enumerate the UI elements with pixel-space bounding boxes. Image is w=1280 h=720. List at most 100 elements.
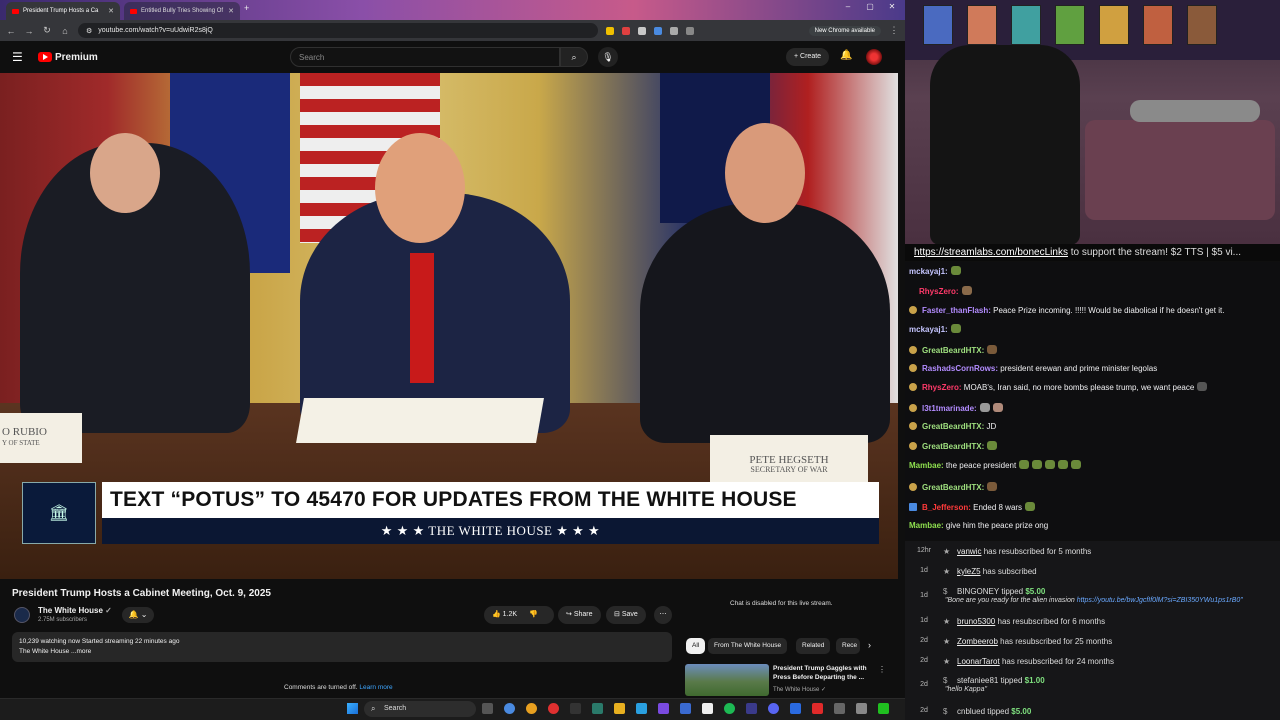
- share-button[interactable]: ↪ Share: [558, 606, 601, 624]
- chrome-update-badge[interactable]: New Chrome available: [808, 25, 881, 36]
- app-icon[interactable]: [658, 703, 669, 714]
- chat-username[interactable]: GreatBeardHTX:: [922, 483, 984, 492]
- event-username[interactable]: Zombeerob: [957, 637, 998, 646]
- extension-icon[interactable]: [622, 26, 630, 35]
- save-button[interactable]: ⊟ Save: [606, 606, 646, 624]
- description-more[interactable]: The White House ...more: [19, 647, 665, 657]
- new-tab-icon[interactable]: +: [244, 3, 249, 13]
- site-info-icon[interactable]: ⚙: [86, 27, 92, 35]
- search-icon[interactable]: ⌕: [560, 47, 588, 67]
- home-icon[interactable]: ⌂: [60, 26, 70, 36]
- chevron-right-icon[interactable]: ›: [868, 640, 871, 650]
- description-box[interactable]: 10,239 watching now Started streaming 22…: [12, 632, 672, 662]
- youtube-logo[interactable]: Premium: [38, 52, 98, 63]
- spotify-icon[interactable]: [724, 703, 735, 714]
- more-actions-button[interactable]: ⋯: [654, 606, 672, 624]
- tab-close-icon[interactable]: ✕: [108, 7, 114, 15]
- chat-username[interactable]: mckayaj1:: [909, 325, 948, 334]
- extension-icon[interactable]: [606, 26, 614, 35]
- task-view-icon[interactable]: [482, 703, 493, 714]
- recommendation-thumbnail[interactable]: [685, 664, 769, 696]
- app-icon[interactable]: [680, 703, 691, 714]
- app-icon[interactable]: [768, 703, 779, 714]
- file-explorer-icon[interactable]: [614, 703, 625, 714]
- app-icon[interactable]: [856, 703, 867, 714]
- edge-icon[interactable]: [504, 703, 515, 714]
- taskbar-search[interactable]: ⌕ Search: [364, 701, 476, 717]
- chat-username[interactable]: GreatBeardHTX:: [922, 442, 984, 451]
- search-input[interactable]: Search: [290, 47, 560, 67]
- channel-name[interactable]: The White House ✓: [38, 606, 112, 615]
- app-icon[interactable]: [878, 703, 889, 714]
- chip-related[interactable]: Related: [796, 638, 831, 654]
- event-username[interactable]: bruno5300: [957, 617, 995, 626]
- chat-username[interactable]: mckayaj1:: [909, 267, 948, 276]
- learn-more-link[interactable]: Learn more: [359, 684, 392, 691]
- event-username[interactable]: cnblued: [957, 707, 985, 716]
- event-username[interactable]: LoonarTarot: [957, 657, 1000, 666]
- recommendation-title[interactable]: President Trump Gaggles with Press Befor…: [773, 664, 873, 682]
- chat-username[interactable]: Mambae:: [909, 521, 944, 530]
- chip-recent[interactable]: Rece: [836, 638, 860, 654]
- microphone-icon[interactable]: 🎙: [598, 47, 618, 67]
- chip-all[interactable]: All: [686, 638, 706, 654]
- like-dislike-button[interactable]: 👍 1.2K 👎: [484, 606, 554, 624]
- close-window-icon[interactable]: ✕: [882, 2, 902, 11]
- event-username[interactable]: vanwic: [957, 547, 981, 556]
- chrome-icon[interactable]: [526, 703, 537, 714]
- reload-icon[interactable]: ↻: [42, 25, 52, 36]
- app-icon[interactable]: [592, 703, 603, 714]
- maximize-icon[interactable]: ▢: [860, 2, 880, 11]
- address-bar[interactable]: ⚙ youtube.com/watch?v=uUdwiR2s8jQ: [78, 23, 598, 38]
- tip-message-link[interactable]: https://youtu.be/bwJgcfIf0lM?si=ZBI350YW…: [1077, 597, 1243, 604]
- thumbs-down-icon[interactable]: 👎: [529, 611, 538, 618]
- event-username[interactable]: stefaniee81: [957, 676, 998, 685]
- chat-username[interactable]: Mambae:: [909, 461, 944, 470]
- extension-icon[interactable]: [638, 26, 646, 35]
- chip-from-channel[interactable]: From The White House: [708, 638, 788, 654]
- app-icon[interactable]: [812, 703, 823, 714]
- tab-inactive[interactable]: Entitled Bully Tries Showing Of ✕: [124, 2, 240, 20]
- event-username[interactable]: BINGONEY: [957, 587, 999, 596]
- forward-icon[interactable]: →: [24, 26, 34, 36]
- chat-username[interactable]: RhysZero:: [922, 383, 962, 392]
- app-icon[interactable]: [790, 703, 801, 714]
- tab-active[interactable]: President Trump Hosts a Ca ✕: [6, 2, 120, 20]
- notifications-bell-icon[interactable]: 🔔: [840, 50, 852, 61]
- minimize-icon[interactable]: –: [838, 2, 858, 11]
- chrome-icon[interactable]: [548, 703, 559, 714]
- app-icon[interactable]: [636, 703, 647, 714]
- app-icon[interactable]: [570, 703, 581, 714]
- red-tie: [410, 253, 434, 383]
- extension-icon[interactable]: [654, 26, 662, 35]
- back-icon[interactable]: ←: [6, 26, 16, 36]
- video-player[interactable]: O RUBIO Y OF STATE PETE HEGSETH SECRETAR…: [0, 73, 898, 579]
- face-right: [725, 123, 805, 223]
- avatar[interactable]: [866, 49, 882, 65]
- menu-kebab-icon[interactable]: ⋮: [889, 25, 899, 36]
- create-button[interactable]: + Create: [786, 48, 830, 66]
- app-icon[interactable]: [834, 703, 845, 714]
- app-icon[interactable]: [702, 703, 713, 714]
- hamburger-menu-icon[interactable]: ☰: [12, 50, 26, 64]
- chat-username[interactable]: Faster_thanFlash:: [922, 306, 991, 315]
- windows-start-icon[interactable]: [347, 703, 358, 714]
- chat-username[interactable]: GreatBeardHTX:: [922, 346, 984, 355]
- tip-amount: $5.00: [1025, 587, 1046, 596]
- chat-username[interactable]: B_Jefferson:: [922, 503, 971, 512]
- tab-close-icon[interactable]: ✕: [228, 7, 234, 15]
- chat-username[interactable]: GreatBeardHTX:: [922, 422, 984, 431]
- ticker-link[interactable]: https://streamlabs.com/bonecLinks: [914, 247, 1068, 258]
- event-action: tipped: [987, 707, 1010, 716]
- app-icon[interactable]: [746, 703, 757, 714]
- menu-kebab-icon[interactable]: ⋮: [878, 665, 886, 674]
- profile-icon[interactable]: [686, 26, 694, 35]
- subscription-bell-button[interactable]: 🔔 ⌄: [122, 607, 154, 623]
- event-username[interactable]: kyleZ5: [957, 567, 981, 576]
- chat-username[interactable]: RashadsCornRows:: [922, 364, 998, 373]
- chat-username[interactable]: l3t1tmarinade:: [922, 404, 977, 413]
- thumbs-up-icon[interactable]: 👍: [492, 611, 501, 618]
- channel-avatar[interactable]: [14, 607, 30, 623]
- chat-username[interactable]: RhysZero:: [919, 287, 959, 296]
- extensions-puzzle-icon[interactable]: [670, 26, 678, 35]
